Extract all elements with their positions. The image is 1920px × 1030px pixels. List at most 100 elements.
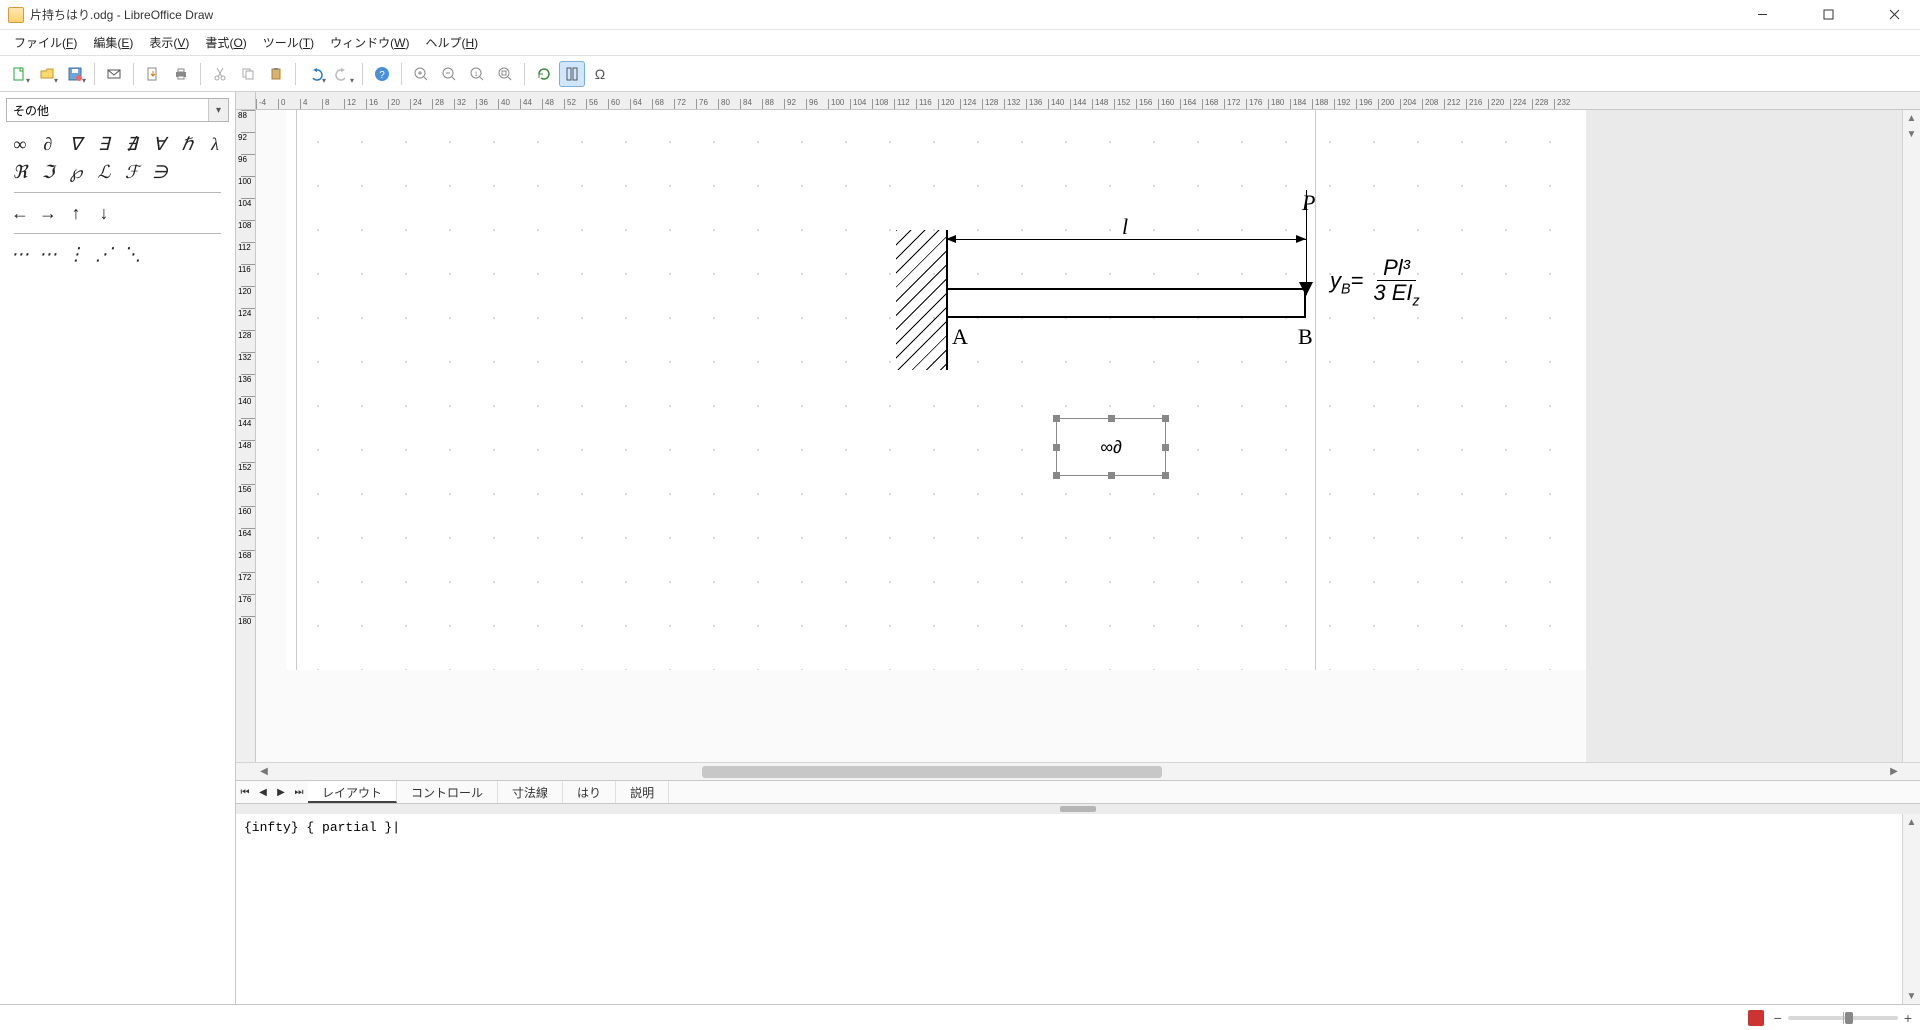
symbol-button[interactable]: ⋱ (120, 242, 144, 266)
vertical-ruler[interactable]: 8892961001041081121161201241281321361401… (236, 110, 256, 762)
window-minimize-button[interactable] (1744, 3, 1780, 27)
zoom-out-button[interactable] (436, 61, 462, 87)
symbol-button[interactable]: ℒ (92, 160, 116, 184)
symbol-button[interactable]: ∇ (64, 132, 88, 156)
selected-formula-object[interactable]: ∞∂ (1056, 418, 1166, 476)
layer-tab[interactable]: レイアウト (308, 781, 397, 803)
print-button[interactable] (168, 61, 194, 87)
menu-edit[interactable]: 編集(E) (85, 31, 141, 54)
resize-handle[interactable] (1053, 444, 1060, 451)
redo-button[interactable] (330, 61, 356, 87)
symbol-button[interactable]: ℱ (120, 160, 144, 184)
symbol-category-dropdown[interactable]: ▾ (6, 98, 229, 122)
menu-window[interactable]: ウィンドウ(W) (322, 31, 417, 54)
ruler-corner (236, 92, 256, 110)
layer-tab[interactable]: コントロール (397, 781, 498, 803)
symbol-button[interactable]: ⋮ (64, 242, 88, 266)
undo-button[interactable] (302, 61, 328, 87)
menu-help[interactable]: ヘルプ(H) (417, 31, 486, 54)
save-button[interactable] (62, 61, 88, 87)
symbol-button[interactable]: ⋯ (36, 242, 60, 266)
open-button[interactable] (34, 61, 60, 87)
zoom-out-button[interactable]: − (1774, 1010, 1782, 1026)
svg-text:1: 1 (474, 72, 478, 78)
symbol-button[interactable]: ⋰ (92, 242, 116, 266)
window-maximize-button[interactable] (1810, 3, 1846, 27)
drawing-canvas[interactable]: l P A B yB= Pl³ 3 EIz ∞∂ (256, 110, 1902, 762)
menu-view[interactable]: 表示(V) (141, 31, 197, 54)
scroll-down-icon[interactable]: ▼ (1903, 988, 1920, 1004)
zoom-fit-button[interactable] (492, 61, 518, 87)
resize-handle[interactable] (1053, 472, 1060, 479)
symbol-button[interactable]: ∃ (92, 132, 116, 156)
horizontal-ruler[interactable]: -404812162024283236404448525660646872768… (256, 92, 1902, 110)
window-title: 片持ちはり.odg - LibreOffice Draw (30, 6, 213, 23)
zoom-slider[interactable] (1788, 1016, 1898, 1020)
symbol-button[interactable]: ∋ (148, 160, 172, 184)
tab-nav-last[interactable]: ⏭ (290, 781, 308, 803)
resize-handle[interactable] (1053, 415, 1060, 422)
symbol-button[interactable]: ∀ (147, 132, 171, 156)
symbol-button[interactable]: → (36, 201, 60, 225)
symbol-button[interactable]: ℘ (64, 160, 88, 184)
resize-handle[interactable] (1108, 415, 1115, 422)
formula-editor-pane: ▲ ▼ (236, 814, 1920, 1004)
scroll-left-icon[interactable]: ◀ (256, 766, 272, 777)
formula-cursor-button[interactable] (559, 61, 585, 87)
resize-handle[interactable] (1108, 472, 1115, 479)
scroll-up-icon[interactable]: ▲ (1903, 814, 1920, 830)
symbol-button[interactable]: ← (8, 201, 32, 225)
symbol-button[interactable]: λ (203, 132, 227, 156)
editor-vertical-scrollbar[interactable]: ▲ ▼ (1902, 814, 1920, 1004)
pane-splitter[interactable] (236, 804, 1920, 814)
refresh-button[interactable] (531, 61, 557, 87)
export-button[interactable] (140, 61, 166, 87)
symbols-button[interactable]: Ω (587, 61, 613, 87)
main-toolbar: ? 1 Ω (0, 56, 1920, 92)
copy-button[interactable] (235, 61, 261, 87)
layer-tab[interactable]: 説明 (616, 781, 669, 803)
symbol-button[interactable]: ⋯ (8, 242, 32, 266)
resize-handle[interactable] (1162, 415, 1169, 422)
new-button[interactable] (6, 61, 32, 87)
dropdown-arrow-icon[interactable]: ▾ (208, 99, 228, 121)
horizontal-scrollbar[interactable]: ◀ ▶ (236, 762, 1920, 780)
cut-button[interactable] (207, 61, 233, 87)
scroll-right-icon[interactable]: ▶ (1886, 766, 1902, 777)
scroll-down-icon[interactable]: ▼ (1903, 126, 1920, 142)
symbol-button[interactable]: ∂ (36, 132, 60, 156)
zoom-in-button[interactable] (408, 61, 434, 87)
formula-editor-input[interactable] (236, 814, 1902, 1004)
menu-file[interactable]: ファイル(F) (6, 31, 85, 54)
symbol-button[interactable]: ↓ (92, 201, 116, 225)
symbol-category-input[interactable] (7, 99, 208, 121)
scrollbar-thumb[interactable] (702, 766, 1162, 778)
tab-nav-prev[interactable]: ◀ (254, 781, 272, 803)
help-button[interactable]: ? (369, 61, 395, 87)
zoom-100-button[interactable]: 1 (464, 61, 490, 87)
symbol-button[interactable]: ∄ (120, 132, 144, 156)
svg-text:Ω: Ω (595, 66, 605, 82)
tab-nav-first[interactable]: ⏮ (236, 781, 254, 803)
resize-handle[interactable] (1162, 444, 1169, 451)
deflection-formula: yB= Pl³ 3 EIz (1330, 256, 1426, 310)
layer-tab[interactable]: はり (563, 781, 616, 803)
symbol-button[interactable]: ∞ (8, 132, 32, 156)
tab-nav-next[interactable]: ▶ (272, 781, 290, 803)
scroll-up-icon[interactable]: ▲ (1903, 110, 1920, 126)
window-close-button[interactable] (1876, 3, 1912, 27)
paste-button[interactable] (263, 61, 289, 87)
symbol-button[interactable]: ℜ (8, 160, 32, 184)
symbol-button[interactable]: ℑ (36, 160, 60, 184)
mail-button[interactable] (101, 61, 127, 87)
zoom-in-button[interactable]: + (1904, 1010, 1912, 1026)
menu-format[interactable]: 書式(O) (197, 31, 254, 54)
resize-handle[interactable] (1162, 472, 1169, 479)
symbol-button[interactable]: ↑ (64, 201, 88, 225)
point-label-a: A (952, 324, 968, 350)
pdf-export-icon[interactable] (1748, 1010, 1764, 1026)
symbol-button[interactable]: ℏ (175, 132, 199, 156)
layer-tab[interactable]: 寸法線 (498, 781, 563, 803)
vertical-scrollbar[interactable]: ▲ ▼ (1902, 110, 1920, 762)
menu-tools[interactable]: ツール(T) (255, 31, 322, 54)
